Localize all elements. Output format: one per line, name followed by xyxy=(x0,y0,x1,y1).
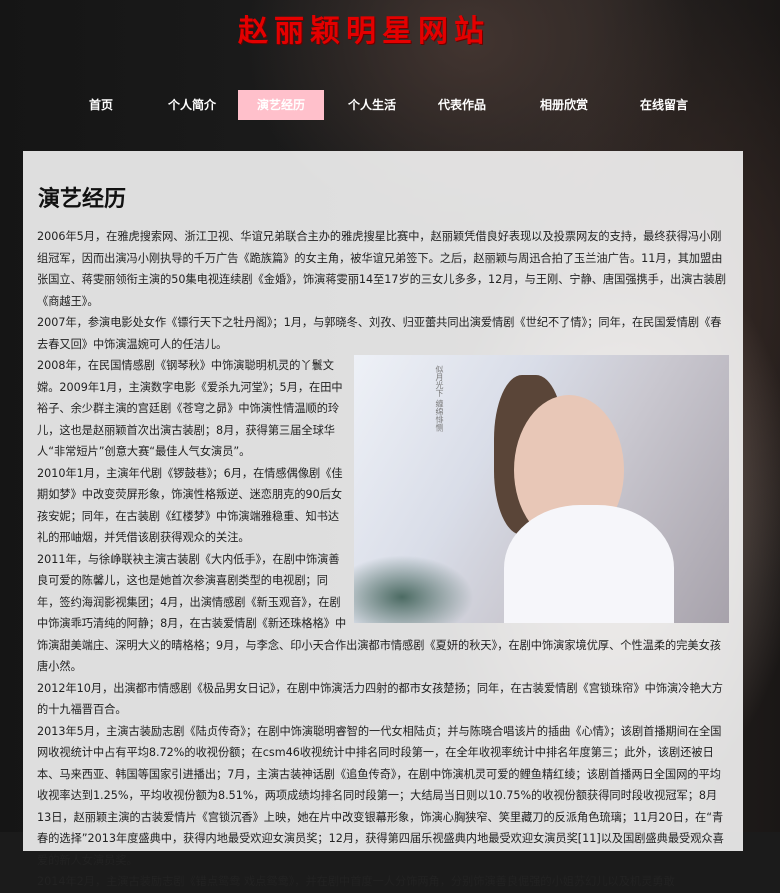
nav-item-profile[interactable]: 个人简介 xyxy=(154,90,230,120)
nav-item-works[interactable]: 代表作品 xyxy=(424,90,500,120)
paragraph: 2014年2月，主演古装励志剧《错点鸳鸯 戏点鸳鸯》，并在剧中首度一人分饰两角，… xyxy=(37,875,675,888)
paragraph: 2006年5月，在雅虎搜索网、浙江卫视、华谊兄弟联合主办的雅虎搜星比赛中，赵丽颖… xyxy=(37,230,727,308)
content-panel: 演艺经历 2006年5月，在雅虎搜索网、浙江卫视、华谊兄弟联合主办的雅虎搜星比赛… xyxy=(23,151,743,888)
nav-item-gallery[interactable]: 相册欣赏 xyxy=(526,90,602,120)
nav-item-message[interactable]: 在线留言 xyxy=(626,90,702,120)
site-title: 赵丽颖明星网站 xyxy=(238,14,490,49)
main-nav: 首页 个人简介 演艺经历 个人生活 代表作品 相册欣赏 在线留言 xyxy=(68,90,728,120)
career-text: 2006年5月，在雅虎搜索网、浙江卫视、华谊兄弟联合主办的雅虎搜星比赛中，赵丽颖… xyxy=(37,226,729,893)
paragraph: 2012年10月，出演都市情感剧《极品男女日记》，在剧中饰演活力四射的都市女孩楚… xyxy=(37,681,723,717)
paragraph: 2013年5月，主演古装励志剧《陆贞传奇》；在剧中饰演聪明睿智的一代女相陆贞；并… xyxy=(37,724,724,867)
star-photo: 似月光下 缠绵悱恻 xyxy=(354,355,729,623)
nav-item-home[interactable]: 首页 xyxy=(68,90,134,120)
dress-shape xyxy=(504,505,674,623)
paragraph: 2007年，参演电影处女作《镖行天下之牡丹阁》；1月，与郭晓冬、刘孜、归亚蕾共同… xyxy=(37,316,722,351)
photo-poem-text: 似月光下 缠绵悱恻 xyxy=(435,365,444,432)
page-heading: 演艺经历 xyxy=(38,186,127,211)
nav-item-personal-life[interactable]: 个人生活 xyxy=(334,90,410,120)
scenery-shape xyxy=(354,555,474,623)
nav-item-career[interactable]: 演艺经历 xyxy=(238,90,324,120)
